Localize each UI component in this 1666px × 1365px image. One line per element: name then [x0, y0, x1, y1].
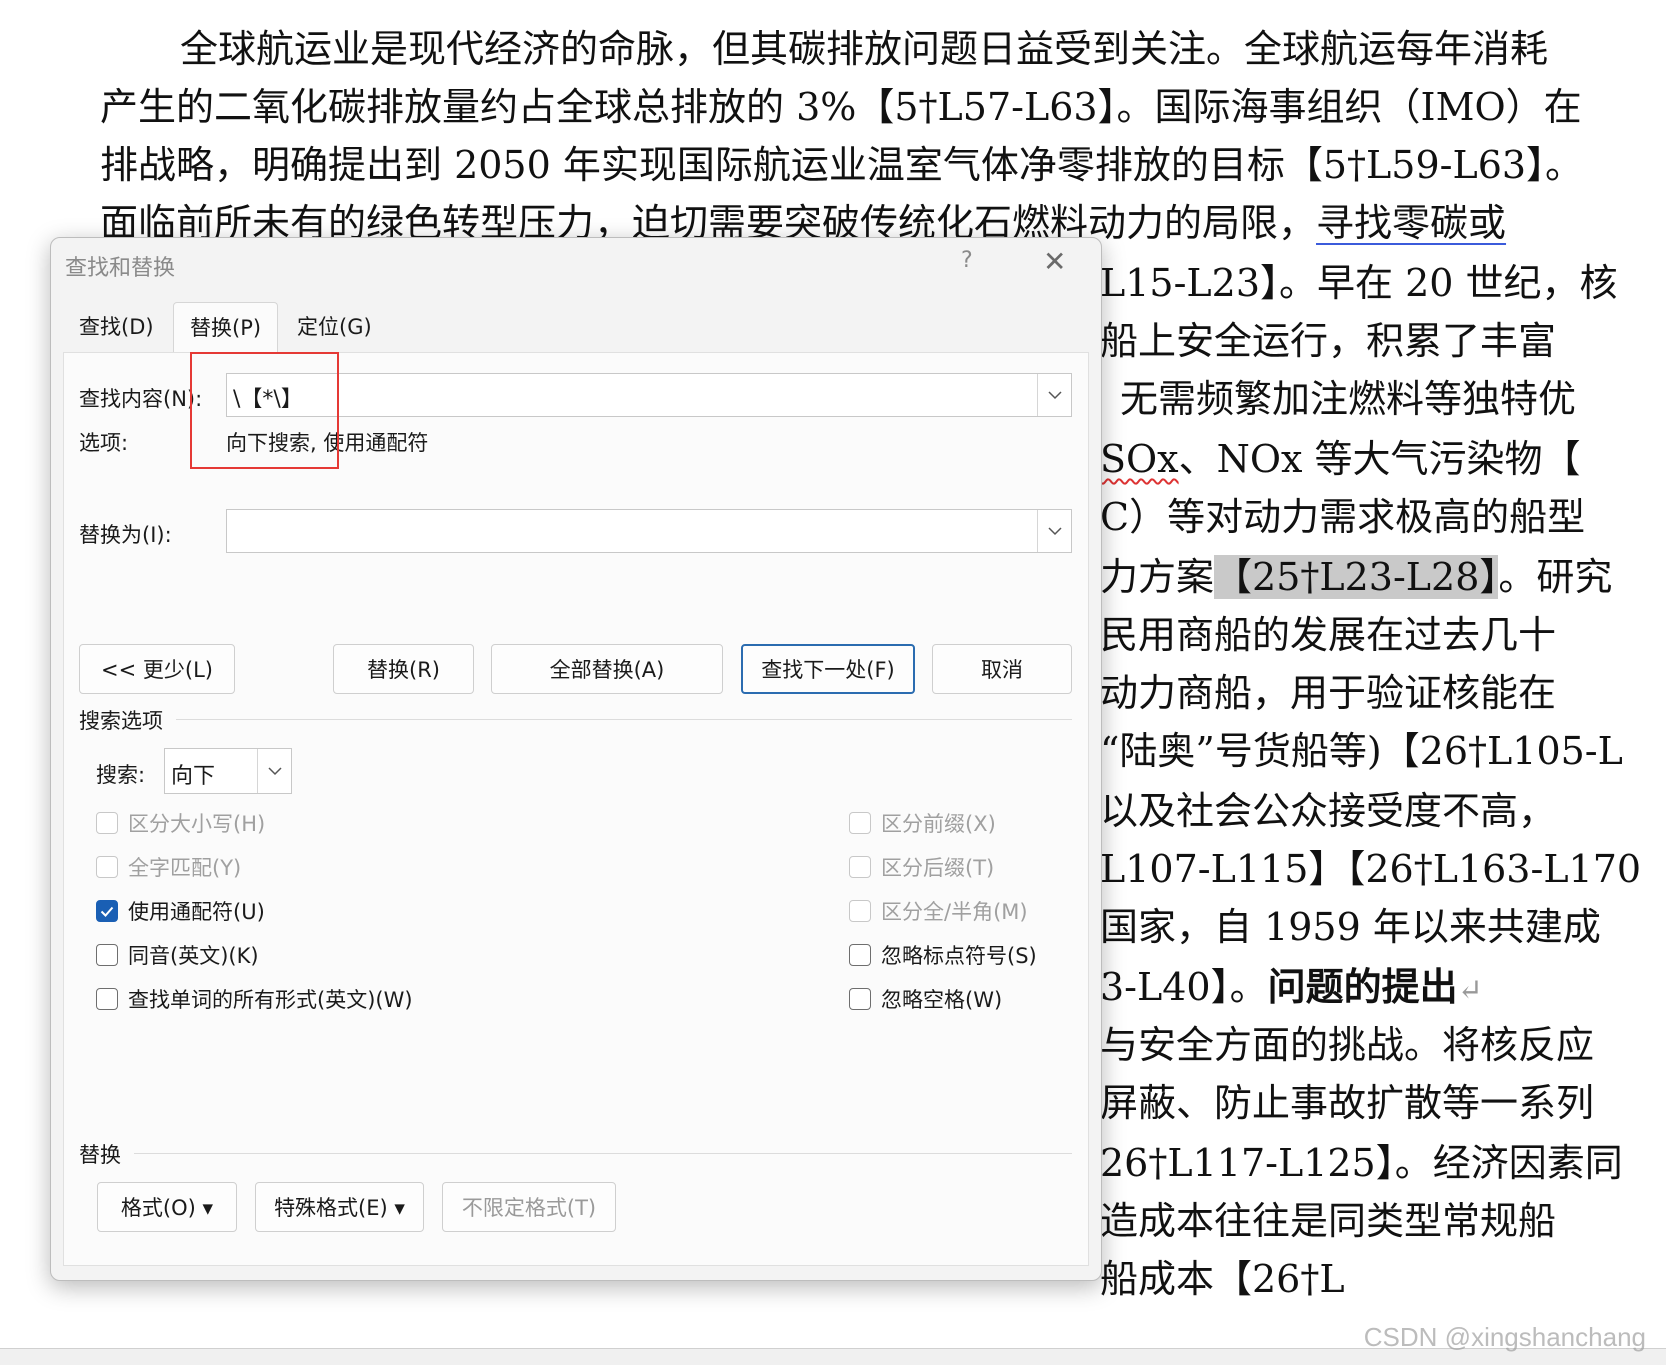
checkbox-label: 忽略标点符号(S): [881, 944, 1037, 968]
sounds-like-checkbox[interactable]: 同音(英文)(K): [96, 940, 259, 970]
tab-find[interactable]: 查找(D): [63, 302, 170, 352]
doc-line-12: 动力商船，用于验证核能在: [1100, 671, 1557, 715]
checkbox-box[interactable]: [849, 900, 871, 922]
find-input[interactable]: \【*\】: [233, 381, 303, 413]
doc-text: 力方案: [1100, 555, 1215, 599]
doc-line-3: 排战略，明确提出到 2050 年实现国际航运业温室气体净零排放的目标【5†L59…: [100, 143, 1584, 187]
checkbox-box[interactable]: [849, 812, 871, 834]
checkbox-box[interactable]: [96, 812, 118, 834]
doc-line-22: 船成本【26†L: [1100, 1257, 1345, 1301]
doc-line-10: 力方案【25†L23-L28】。研究: [1100, 546, 1612, 601]
checkbox-box[interactable]: [96, 988, 118, 1010]
doc-line-5: L15-L23】。早在 20 世纪，核: [1100, 261, 1618, 305]
whole-word-checkbox[interactable]: 全字匹配(Y): [96, 852, 241, 882]
doc-line-6: 船上安全运行，积累了丰富: [1100, 319, 1557, 363]
doc-line-8: SOx、NOx 等大气污染物【: [1100, 428, 1581, 483]
checkbox-label: 同音(英文)(K): [128, 944, 259, 968]
replace-combo[interactable]: [226, 509, 1072, 553]
checkbox-box[interactable]: [849, 856, 871, 878]
doc-underlined-text: 寻找零碳或: [1316, 201, 1507, 245]
special-format-button[interactable]: 特殊格式(E) ▾: [255, 1182, 424, 1232]
doc-line-20: 26†L117-L125】。经济因素同: [1100, 1141, 1623, 1185]
doc-line-19: 屏蔽、防止事故扩散等一系列: [1100, 1081, 1595, 1125]
replace-label: 替换为(I):: [79, 523, 172, 547]
replace-section-title: 替换: [79, 1143, 121, 1167]
checkbox-label: 全字匹配(Y): [128, 856, 242, 880]
chevron-down-icon[interactable]: [1037, 510, 1071, 552]
tab-goto[interactable]: 定位(G): [281, 302, 388, 352]
dialog-title: 查找和替换: [65, 256, 176, 281]
checkbox-box[interactable]: [96, 944, 118, 966]
doc-text: 。研究: [1498, 555, 1613, 599]
watermark: CSDN @xingshanchang: [1363, 1322, 1646, 1352]
no-formatting-button[interactable]: 不限定格式(T): [442, 1182, 616, 1232]
checkbox-label: 使用通配符(U): [128, 900, 265, 924]
options-label: 选项:: [79, 431, 129, 455]
ignore-whitespace-checkbox[interactable]: 忽略空格(W): [849, 984, 1002, 1014]
checkbox-box[interactable]: [849, 988, 871, 1010]
doc-spell-error: SOx: [1100, 437, 1179, 481]
search-match-highlight: 【25†L23-L28】: [1214, 555, 1499, 599]
search-direction-label: 搜索:: [96, 763, 146, 787]
doc-line-18: 与安全方面的挑战。将核反应: [1100, 1023, 1595, 1067]
doc-text: 、NOx 等大气污染物【: [1178, 437, 1581, 481]
options-value: 向下搜索, 使用通配符: [226, 431, 429, 455]
search-direction-select[interactable]: 向下: [164, 748, 292, 794]
checkbox-label: 查找单词的所有形式(英文)(W): [128, 988, 413, 1012]
all-word-forms-checkbox[interactable]: 查找单词的所有形式(英文)(W): [96, 984, 413, 1014]
checkbox-label: 区分前缀(X): [881, 812, 996, 836]
close-icon[interactable]: ✕: [1043, 248, 1066, 276]
doc-line-9: C）等对动力需求极高的船型: [1100, 495, 1586, 539]
tab-replace[interactable]: 替换(P): [173, 302, 279, 353]
match-prefix-checkbox[interactable]: 区分前缀(X): [849, 808, 996, 838]
checkbox-label: 区分大小写(H): [128, 812, 266, 836]
checkbox-label: 区分后缀(T): [881, 856, 995, 880]
format-button[interactable]: 格式(O) ▾: [97, 1182, 237, 1232]
doc-line-13: “陆奥”号货船等)【26†L105-L: [1100, 729, 1623, 773]
replace-all-button[interactable]: 全部替换(A): [491, 644, 723, 694]
help-button[interactable]: ?: [961, 248, 973, 273]
doc-line-17: 3-L40】。问题的提出↵: [1100, 956, 1483, 1011]
checkbox-box[interactable]: [849, 944, 871, 966]
doc-line-7: 无需频繁加注燃料等独特优: [1120, 377, 1577, 421]
match-suffix-checkbox[interactable]: 区分后缀(T): [849, 852, 994, 882]
doc-line-16: 国家，自 1959 年以来共建成: [1100, 905, 1601, 949]
divider: [176, 719, 1072, 720]
doc-text: 3-L40】。: [1100, 965, 1268, 1009]
checkmark-icon[interactable]: [96, 900, 118, 922]
chevron-down-icon[interactable]: [257, 749, 291, 793]
divider: [134, 1153, 1072, 1154]
less-button[interactable]: << 更少(L): [79, 644, 235, 694]
checkbox-box[interactable]: [96, 856, 118, 878]
doc-line-1: 全球航运业是现代经济的命脉，但其碳排放问题日益受到关注。全球航运每年消耗: [180, 27, 1549, 71]
doc-line-11: 民用商船的发展在过去几十: [1100, 613, 1557, 657]
paragraph-mark-icon: ↵: [1457, 973, 1483, 1008]
doc-line-21: 造成本往往是同类型常规船: [1100, 1199, 1557, 1243]
checkbox-label: 区分全/半角(M): [881, 900, 1028, 924]
chevron-down-icon[interactable]: [1037, 374, 1071, 416]
find-replace-dialog: 查找和替换 ? ✕ 查找(D) 替换(P) 定位(G) 查找内容(N): \【*…: [50, 237, 1102, 1281]
replace-button[interactable]: 替换(R): [333, 644, 474, 694]
search-direction-value: 向下: [171, 764, 216, 789]
checkbox-label: 忽略空格(W): [881, 988, 1003, 1012]
doc-heading: 问题的提出: [1267, 964, 1458, 1009]
match-case-checkbox[interactable]: 区分大小写(H): [96, 808, 265, 838]
find-combo[interactable]: \【*\】: [226, 373, 1072, 417]
match-width-checkbox[interactable]: 区分全/半角(M): [849, 896, 1028, 926]
doc-line-14: 以及社会公众接受度不高，: [1100, 789, 1557, 833]
find-next-button[interactable]: 查找下一处(F): [741, 644, 915, 694]
find-label: 查找内容(N):: [79, 387, 203, 411]
replace-panel: 查找内容(N): \【*\】 选项: 向下搜索, 使用通配符 替换为(I): <…: [63, 352, 1089, 1266]
search-options-title: 搜索选项: [79, 709, 163, 733]
cancel-button[interactable]: 取消: [932, 644, 1072, 694]
doc-line-2: 产生的二氧化碳排放量约占全球总排放的 3%【5†L57-L63】。国际海事组织（…: [100, 85, 1582, 129]
doc-line-15: L107-L115】【26†L163-L170: [1100, 847, 1642, 891]
use-wildcards-checkbox[interactable]: 使用通配符(U): [96, 896, 265, 926]
ignore-punctuation-checkbox[interactable]: 忽略标点符号(S): [849, 940, 1037, 970]
